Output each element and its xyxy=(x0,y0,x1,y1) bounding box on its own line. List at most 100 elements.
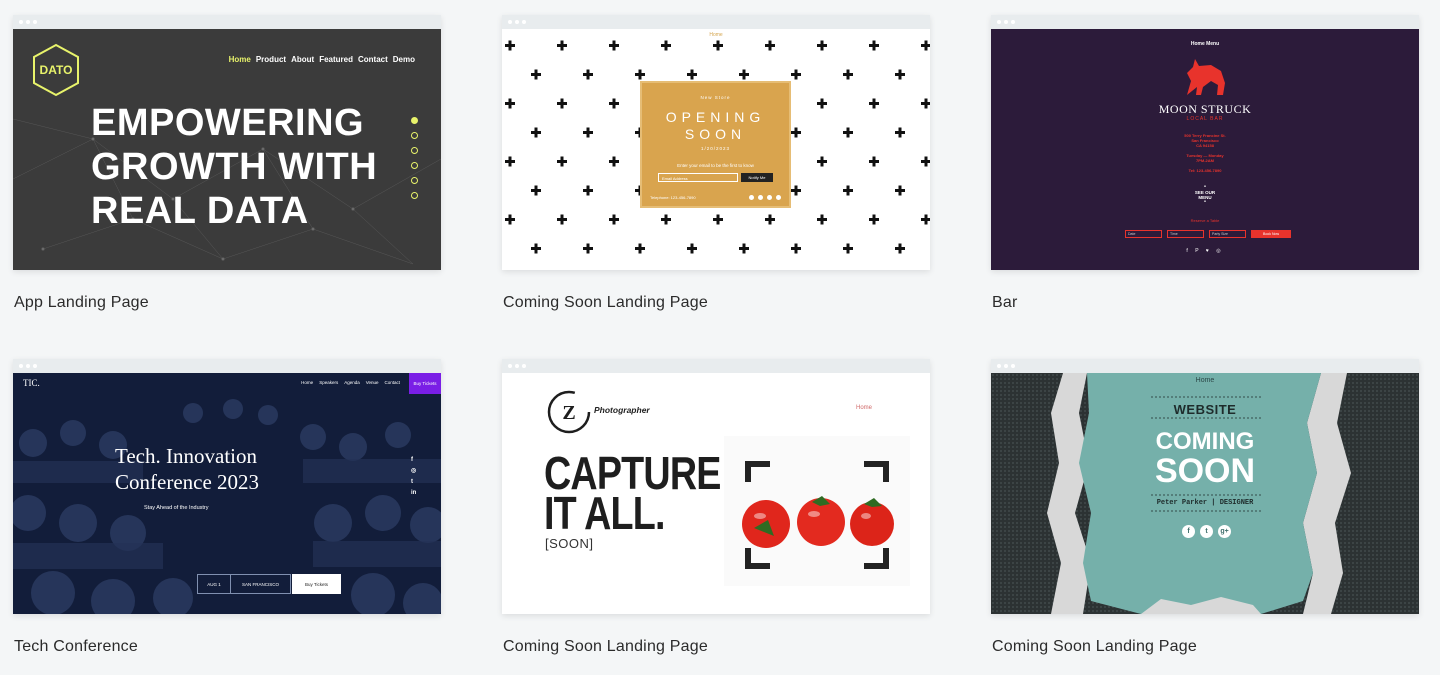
logo-letter: Z xyxy=(562,402,575,424)
reserve-label: Reserve a Table xyxy=(1190,218,1220,223)
template-preview[interactable]: TIC. Home Speakers Agenda Venue Contact … xyxy=(13,359,441,614)
event-date: AUG 1 xyxy=(197,574,231,594)
site-nav: Home Menu xyxy=(1190,41,1220,47)
phone: Telephone: 123-456-7890 xyxy=(650,195,696,200)
template-title[interactable]: Coming Soon Landing Page xyxy=(503,638,708,656)
buy-tickets-button: Buy Tickets xyxy=(292,574,341,594)
tagline: Stay Ahead of the Industry xyxy=(144,505,209,511)
social-icons xyxy=(749,195,781,200)
facebook-icon xyxy=(749,195,754,200)
template-preview[interactable]: Home New Store OPENING SOON 1/20/2023 En… xyxy=(502,15,930,270)
nav-home: Home xyxy=(709,32,723,38)
nav-contact: Contact xyxy=(357,55,388,64)
dot-icon xyxy=(411,177,418,184)
instagram-icon: ◎ xyxy=(411,468,417,474)
nav-contact: Contact xyxy=(384,380,400,385)
social-icons: f t g+ xyxy=(1182,525,1231,538)
reservation-form: Date Time Party Size Book Now xyxy=(1125,230,1291,238)
preview-screenshot: TIC. Home Speakers Agenda Venue Contact … xyxy=(13,373,441,614)
date-field: Date xyxy=(1125,230,1162,238)
dot-icon xyxy=(411,132,418,139)
template-card-coming-soon-3[interactable]: Home WEBSITE COMING SOON Peter Parker | … xyxy=(991,359,1419,655)
dot-icon xyxy=(411,117,418,124)
browser-chrome xyxy=(991,15,1419,29)
bar-subtitle: LOCAL BAR xyxy=(1186,116,1224,122)
title-line: OPENING xyxy=(665,109,766,125)
nav-demo: Demo xyxy=(392,55,415,64)
template-card-bar[interactable]: Home Menu MOON STRUCK LOCAL BAR 500 Terr… xyxy=(991,15,1419,311)
menu-link: SEE OUR MENU xyxy=(991,185,1419,205)
logo-text: DATO xyxy=(39,63,73,77)
social-icons: f P ♥ ◎ xyxy=(1186,248,1224,254)
template-card-app-landing[interactable]: DATO Home Product About Featured Contact… xyxy=(13,15,441,311)
google-plus-icon: g+ xyxy=(1218,525,1231,538)
pinterest-icon xyxy=(776,195,781,200)
template-card-coming-soon-2[interactable]: Z Photographer Home CAPTURE IT ALL. [SOO… xyxy=(502,359,930,655)
card-footer: Telephone: 123-456-7890 xyxy=(650,195,781,200)
tomatoes-image xyxy=(724,436,910,586)
notify-button: Notify Me xyxy=(741,173,773,182)
template-title[interactable]: Tech Conference xyxy=(14,638,138,656)
template-preview[interactable]: Home WEBSITE COMING SOON Peter Parker | … xyxy=(991,359,1419,614)
preview-screenshot: Home New Store OPENING SOON 1/20/2023 En… xyxy=(502,29,930,270)
buy-tickets-nav-button: Buy Tickets xyxy=(409,373,441,394)
kicker: New Store xyxy=(700,95,731,100)
hero-heading: EMPOWERING GROWTH WITH REAL DATA xyxy=(91,101,377,233)
time-field: Time xyxy=(1167,230,1204,238)
date: 1/20/2023 xyxy=(700,146,731,151)
slide-dots xyxy=(411,117,418,199)
browser-chrome xyxy=(502,359,930,373)
template-preview[interactable]: Z Photographer Home CAPTURE IT ALL. [SOO… xyxy=(502,359,930,614)
soon-label: [SOON] xyxy=(545,536,594,551)
wolf-logo-icon xyxy=(1187,59,1225,95)
person-credit: Peter Parker | DESIGNER xyxy=(1156,499,1254,507)
hero-line: REAL DATA xyxy=(91,190,309,232)
title-line: Tech. Innovation xyxy=(115,444,257,468)
template-title[interactable]: App Landing Page xyxy=(14,294,149,312)
nav-home: Home xyxy=(228,55,251,64)
bar-info: 500 Terry Francine St. San Francisco CA … xyxy=(991,133,1419,173)
title-line: SOON xyxy=(1154,452,1256,490)
event-info-bar: AUG 1 SAN FRANCISCO Buy Tickets xyxy=(197,574,341,594)
z-logo-icon: Z xyxy=(547,390,591,434)
browser-chrome xyxy=(13,359,441,373)
nav-agenda: Agenda xyxy=(344,380,360,385)
social-sidebar: f ◎ t in xyxy=(411,457,416,496)
opening-card: New Store OPENING SOON 1/20/2023 Enter y… xyxy=(640,81,791,208)
nav-home: Home xyxy=(301,380,314,385)
headline-line: IT ALL. xyxy=(544,487,665,539)
menu-line: MENU xyxy=(1198,195,1212,200)
template-title[interactable]: Coming Soon Landing Page xyxy=(992,638,1197,656)
template-card-tech-conference[interactable]: TIC. Home Speakers Agenda Venue Contact … xyxy=(13,359,441,655)
headline: CAPTURE IT ALL. xyxy=(544,450,721,539)
nav-venue: Venue xyxy=(365,380,379,385)
website-label: WEBSITE xyxy=(1173,402,1237,417)
phone: Tel: 123-456-7890 xyxy=(1188,168,1222,173)
preview-screenshot: Home Menu MOON STRUCK LOCAL BAR 500 Terr… xyxy=(991,29,1419,270)
browser-chrome xyxy=(13,15,441,29)
dot-icon xyxy=(411,162,418,169)
template-preview[interactable]: DATO Home Product About Featured Contact… xyxy=(13,15,441,270)
twitter-icon: t xyxy=(1200,525,1213,538)
site-nav: Home Speakers Agenda Venue Contact xyxy=(301,380,400,385)
twitter-icon xyxy=(758,195,763,200)
site-nav: Home Product About Featured Contact Demo xyxy=(229,55,415,64)
template-preview[interactable]: Home Menu MOON STRUCK LOCAL BAR 500 Terr… xyxy=(991,15,1419,270)
nav-featured: Featured xyxy=(319,55,353,64)
title-line: Conference 2023 xyxy=(115,470,260,494)
event-city: SAN FRANCISCO xyxy=(231,574,291,594)
title-line: SOON xyxy=(684,126,747,142)
template-card-coming-soon-1[interactable]: Home New Store OPENING SOON 1/20/2023 En… xyxy=(502,15,930,311)
linkedin-icon: in xyxy=(411,490,417,496)
template-title[interactable]: Bar xyxy=(992,294,1018,312)
book-button: Book Now xyxy=(1251,230,1291,238)
instagram-icon xyxy=(767,195,772,200)
nav-home: Home xyxy=(856,405,873,411)
nav-speakers: Speakers xyxy=(319,380,339,385)
facebook-icon: f xyxy=(1182,525,1195,538)
preview-screenshot: Home WEBSITE COMING SOON Peter Parker | … xyxy=(991,373,1419,614)
preview-screenshot: Z Photographer Home CAPTURE IT ALL. [SOO… xyxy=(502,373,930,614)
preview-screenshot: DATO Home Product About Featured Contact… xyxy=(13,29,441,270)
hero-line: GROWTH WITH xyxy=(91,146,378,188)
template-title[interactable]: Coming Soon Landing Page xyxy=(503,294,708,312)
